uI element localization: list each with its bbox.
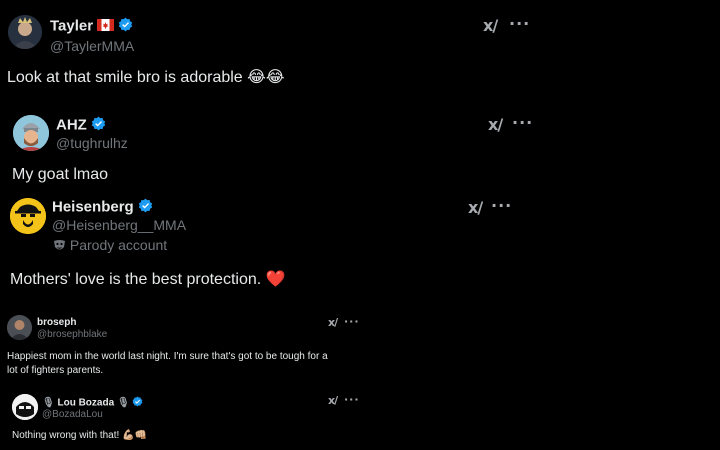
post-text: Look at that smile bro is adorable 😂😂 (7, 69, 285, 86)
post-broseph[interactable]: broseph @brosephblake x/ ··· Happiest mo… (0, 308, 720, 388)
avatar[interactable] (12, 394, 38, 420)
grok-icon[interactable]: x/ (328, 394, 338, 407)
post-heisenberg[interactable]: Heisenberg @Heisenberg__MMA Parody accou… (0, 192, 720, 300)
post-tayler[interactable]: Tayler @TaylerMMA x/ ··· Look at that sm… (0, 0, 720, 100)
more-options-icon[interactable]: ··· (512, 113, 533, 132)
more-options-icon[interactable]: ··· (344, 393, 360, 406)
post-text: Mothers' love is the best protection. ❤️ (10, 271, 286, 288)
post-text-line-1: Happiest mom in the world last night. I'… (7, 351, 328, 362)
microphone-icon: 🎙 (116, 397, 130, 409)
username[interactable]: @tughrulhz (56, 135, 128, 151)
canada-flag-icon (97, 18, 115, 35)
microphone-icon: 🎙 (42, 397, 55, 409)
post-lou-bozada[interactable]: 🎙 Lou Bozada 🎙 @BozadaLou x/ ··· Nothing… (0, 390, 720, 450)
username[interactable]: @brosephblake (37, 329, 107, 340)
post-text: My goat lmao (12, 166, 109, 183)
display-name[interactable]: Tayler (50, 17, 133, 36)
display-name[interactable]: Heisenberg (52, 198, 153, 217)
avatar[interactable] (8, 15, 42, 49)
parody-label-text: Parody account (69, 237, 168, 253)
username[interactable]: @Heisenberg__MMA (52, 217, 186, 233)
display-name[interactable]: 🎙 Lou Bozada 🎙 (42, 396, 143, 410)
more-options-icon[interactable]: ··· (509, 14, 530, 33)
grok-icon[interactable]: x/ (328, 316, 338, 329)
more-options-icon[interactable]: ··· (491, 196, 512, 215)
mask-icon (53, 239, 66, 255)
post-text: Nothing wrong with that! 💪🏼👊🏼 (12, 430, 147, 441)
username[interactable]: @BozadaLou (42, 409, 103, 420)
parody-label: Parody account (53, 237, 167, 255)
more-options-icon[interactable]: ··· (344, 315, 360, 328)
avatar[interactable] (7, 315, 32, 340)
grok-icon[interactable]: x/ (488, 115, 503, 134)
avatar[interactable] (10, 198, 46, 234)
verified-badge-icon[interactable] (91, 116, 106, 135)
avatar[interactable] (13, 115, 49, 151)
verified-badge-icon[interactable] (132, 396, 143, 410)
display-name[interactable]: broseph (37, 317, 76, 328)
display-name[interactable]: AHZ (56, 116, 106, 135)
post-text-line-2: lot of fighters parents. (7, 365, 104, 376)
post-ahz[interactable]: AHZ @tughrulhz x/ ··· My goat lmao (0, 100, 720, 192)
verified-badge-icon[interactable] (118, 17, 133, 36)
grok-icon[interactable]: x/ (468, 198, 483, 217)
username[interactable]: @TaylerMMA (50, 38, 134, 54)
verified-badge-icon[interactable] (138, 198, 153, 217)
grok-icon[interactable]: x/ (483, 16, 498, 35)
